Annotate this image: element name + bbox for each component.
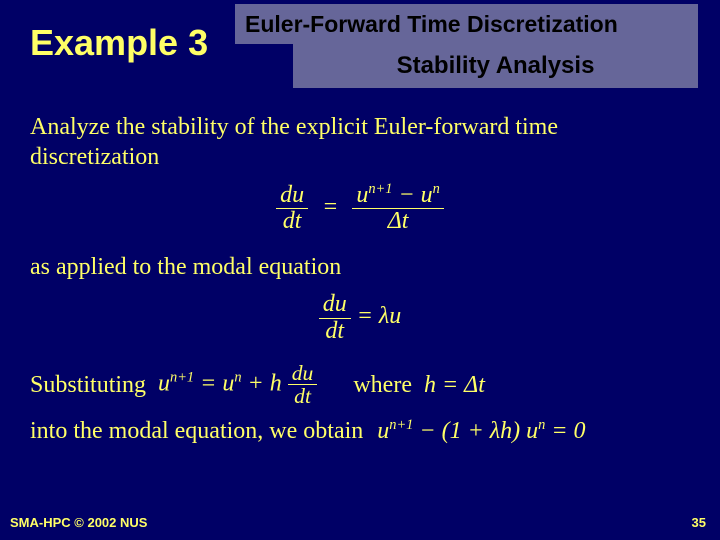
paragraph-1: Analyze the stability of the explicit Eu… — [30, 112, 690, 172]
equation-5: un+1 − (1 + λh) un = 0 — [377, 416, 585, 446]
eq3-plus: + h — [242, 370, 288, 396]
eq3-u1: u — [158, 370, 170, 396]
eq1-sup1: n+1 — [368, 181, 392, 197]
paragraph-2: as applied to the modal equation — [30, 252, 690, 282]
eq3-u2: u — [222, 370, 234, 396]
subtitle-text: Stability Analysis — [397, 52, 595, 80]
slide-footer: SMA-HPC © 2002 NUS 35 — [10, 515, 706, 530]
equation-3: un+1 = un + h du dt — [158, 362, 317, 408]
subtitle-box: Stability Analysis — [293, 44, 698, 88]
eq3-frac-num: du — [288, 362, 318, 385]
eq5-mid: − (1 + λh) — [413, 418, 526, 444]
eq2-equals: = — [357, 304, 379, 330]
eq1-u1: u — [356, 182, 368, 208]
eq2-num: du — [319, 292, 351, 317]
equation-2: du dt = λu — [30, 292, 690, 343]
page-number: 35 — [692, 515, 706, 530]
eq3-eq: = — [194, 370, 222, 396]
equation-1: du dt = un+1 − un Δt — [30, 182, 690, 234]
eq2-rhs: λu — [379, 304, 401, 330]
eq5-sup1: n+1 — [389, 417, 413, 433]
slide-body: Analyze the stability of the explicit Eu… — [0, 100, 720, 446]
eq1-lhs-num: du — [276, 183, 308, 208]
eq5-u1: u — [377, 418, 389, 444]
where-label: where — [353, 370, 412, 400]
eq3-sup2: n — [234, 369, 241, 385]
final-row: into the modal equation, we obtain un+1 … — [30, 416, 690, 446]
eq1-minus: − — [392, 182, 420, 208]
slide-header: Example 3 Euler-Forward Time Discretizat… — [0, 0, 720, 100]
title-box: Euler-Forward Time Discretization — [235, 4, 698, 44]
eq1-rhs-num: un+1 − un — [352, 182, 444, 208]
eq2-den: dt — [319, 318, 351, 344]
substituting-label: Substituting — [30, 370, 146, 400]
eq1-rhs-den: Δt — [352, 208, 444, 234]
example-number: Example 3 — [30, 22, 208, 64]
eq1-u2: u — [421, 182, 433, 208]
footer-copyright: SMA-HPC © 2002 NUS — [10, 515, 147, 530]
eq3-frac-den: dt — [288, 384, 318, 408]
eq5-eq0: = 0 — [545, 418, 585, 444]
eq5-u2: u — [526, 418, 538, 444]
eq1-sup2: n — [433, 181, 440, 197]
eq1-equals: = — [322, 194, 338, 220]
eq3-sup1: n+1 — [170, 369, 194, 385]
title-text: Euler-Forward Time Discretization — [245, 11, 618, 38]
paragraph-3: into the modal equation, we obtain — [30, 416, 363, 446]
equation-4: h = Δt — [424, 370, 485, 400]
eq1-lhs-den: dt — [276, 208, 308, 234]
substituting-row: Substituting un+1 = un + h du dt where h… — [30, 362, 690, 408]
